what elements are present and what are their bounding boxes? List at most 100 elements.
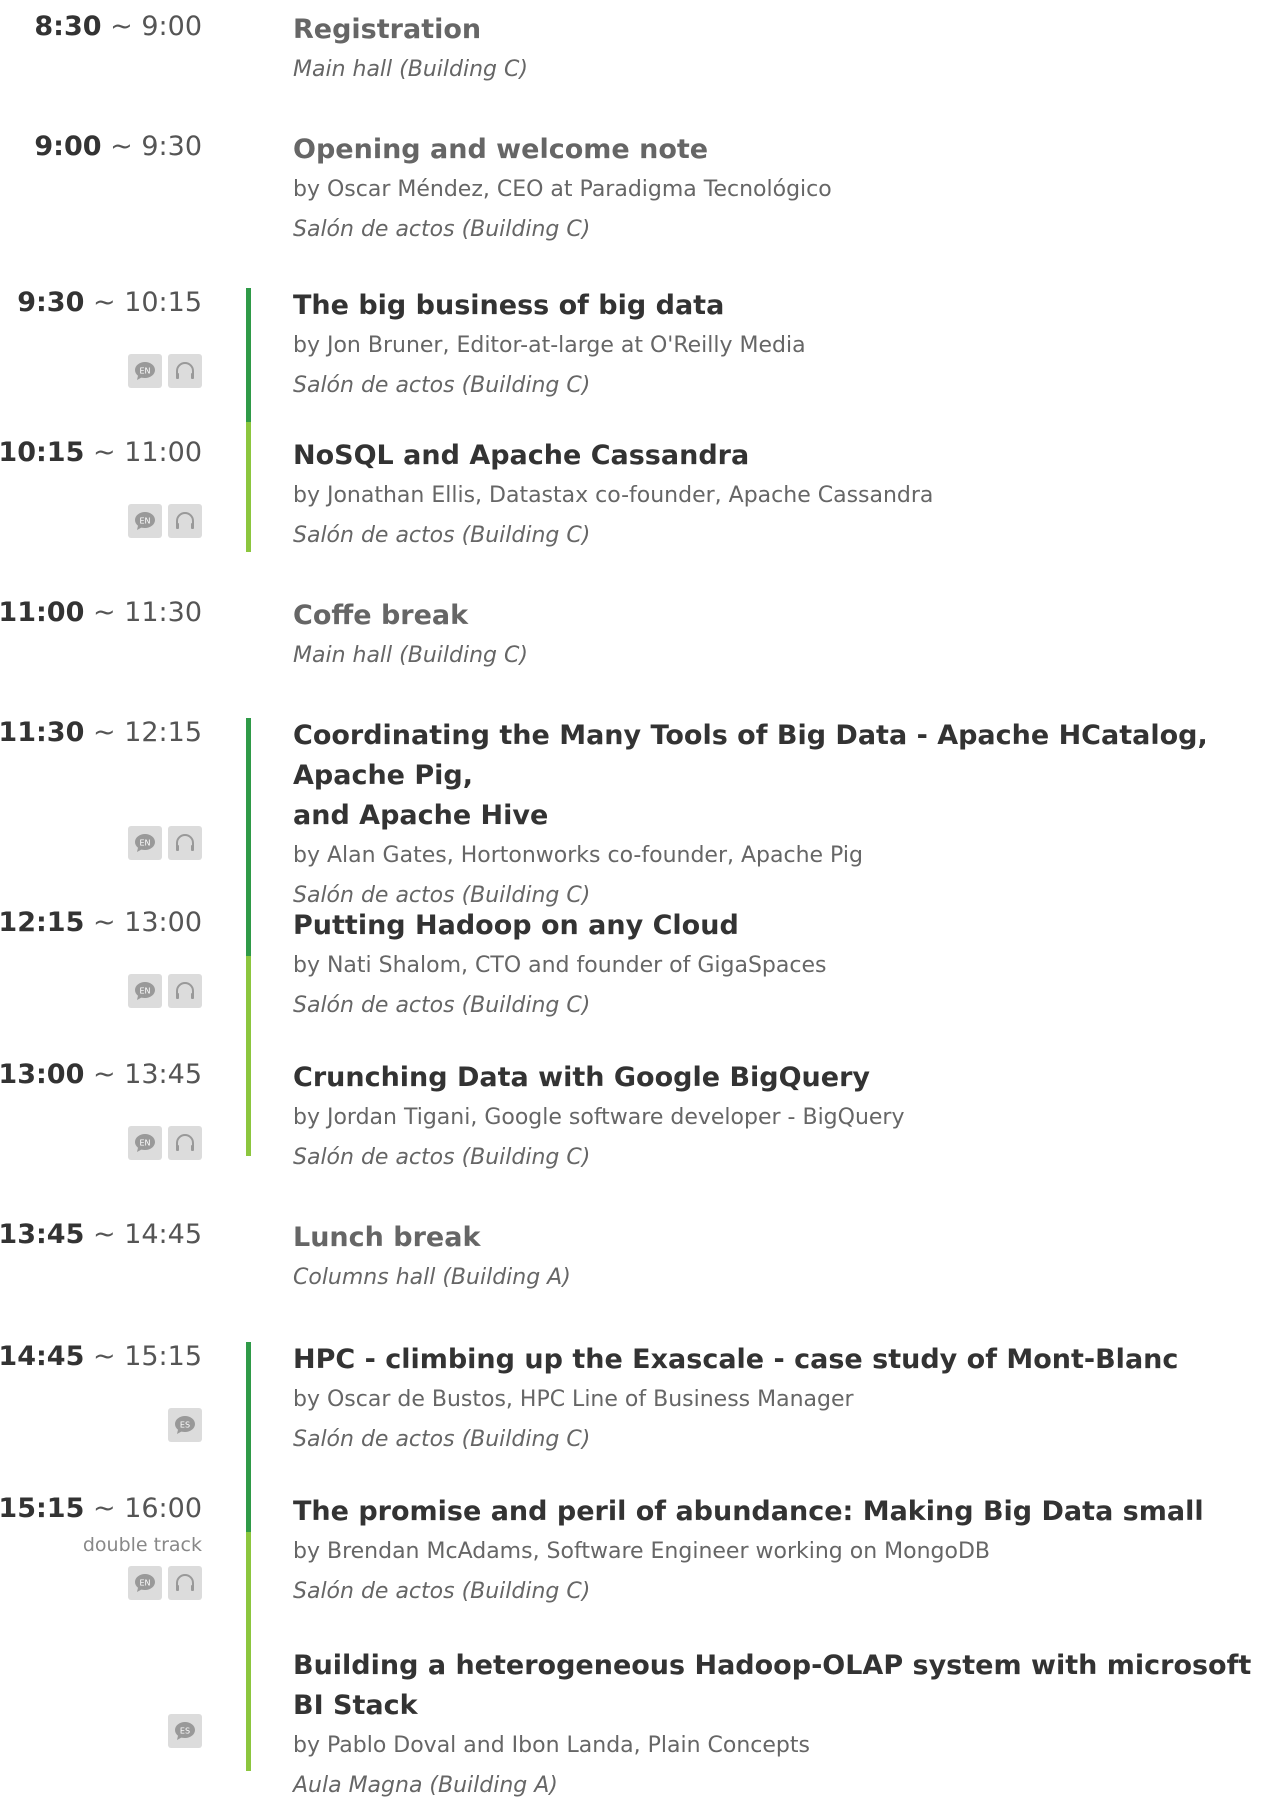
session-speaker: by Jordan Tigani, Google software develo… xyxy=(293,1105,905,1130)
headphones-icon xyxy=(176,834,194,851)
session-speaker: by Jonathan Ellis, Datastax co-founder, … xyxy=(293,483,934,508)
session-time: 8:30 ~ 9:00 xyxy=(34,11,202,42)
session-room: Salón de actos (Building C) xyxy=(293,993,591,1018)
translation-badge xyxy=(168,354,202,388)
agenda: 8:30 ~ 9:00 Registration Main hall (Buil… xyxy=(0,0,1274,1798)
headphones-icon xyxy=(176,1134,194,1151)
session-title[interactable]: Coordinating the Many Tools of Big Data … xyxy=(293,716,1268,836)
session-title[interactable]: HPC - climbing up the Exascale - case st… xyxy=(293,1340,1268,1380)
svg-text:EN: EN xyxy=(139,1579,150,1588)
session-lunch-break: 13:45 ~ 14:45 Lunch break Columns hall (… xyxy=(0,1218,1274,1298)
session-speaker: by Alan Gates, Hortonworks co-founder, A… xyxy=(293,843,863,868)
headphones-icon xyxy=(176,362,194,379)
translation-badge xyxy=(168,1566,202,1600)
svg-text:EN: EN xyxy=(139,1139,150,1148)
session-title[interactable]: Lunch break xyxy=(293,1218,1268,1258)
session-time: 14:45 ~ 15:15 xyxy=(0,1341,202,1372)
session-room: Salón de actos (Building C) xyxy=(293,1579,591,1604)
session-coordinating-tools: 11:30 ~ 12:15 EN Coordinating the Many T… xyxy=(0,716,1274,908)
timeline-bar-light xyxy=(246,422,251,552)
badge-group: EN xyxy=(128,1566,202,1600)
session-time: 9:00 ~ 9:30 xyxy=(34,131,202,162)
translation-badge xyxy=(168,826,202,860)
session-hadoop-olap: ES Building a heterogeneous Hadoop-OLAP … xyxy=(0,1646,1274,1798)
svg-text:ES: ES xyxy=(180,1727,190,1736)
session-coffee-break: 11:00 ~ 11:30 Coffe break Main hall (Bui… xyxy=(0,596,1274,676)
session-room: Salón de actos (Building C) xyxy=(293,1427,591,1452)
session-speaker: by Brendan McAdams, Software Engineer wo… xyxy=(293,1539,990,1564)
svg-text:EN: EN xyxy=(139,517,150,526)
speech-bubble-icon: EN xyxy=(135,834,155,852)
session-hadoop-cloud: 12:15 ~ 13:00 EN Putting Hadoop on any C… xyxy=(0,906,1274,1036)
headphones-icon xyxy=(176,512,194,529)
badge-group: EN xyxy=(128,504,202,538)
session-nosql: 10:15 ~ 11:00 EN NoSQL and Apache Cassan… xyxy=(0,436,1274,566)
session-title[interactable]: The big business of big data xyxy=(293,286,1268,326)
session-speaker: by Oscar de Bustos, HPC Line of Business… xyxy=(293,1387,854,1412)
headphones-icon xyxy=(176,982,194,999)
session-title[interactable]: Crunching Data with Google BigQuery xyxy=(293,1058,1268,1098)
svg-text:ES: ES xyxy=(180,1421,190,1430)
session-room: Salón de actos (Building C) xyxy=(293,523,591,548)
session-big-business: 9:30 ~ 10:15 EN The big business of big … xyxy=(0,286,1274,416)
session-room: Salón de actos (Building C) xyxy=(293,373,591,398)
session-time: 13:45 ~ 14:45 xyxy=(0,1219,202,1250)
speech-bubble-icon: EN xyxy=(135,512,155,530)
badge-group: EN xyxy=(128,826,202,860)
speech-bubble-icon: ES xyxy=(175,1416,195,1434)
speech-bubble-icon: ES xyxy=(175,1722,195,1740)
session-room: Columns hall (Building A) xyxy=(293,1265,571,1290)
session-room: Aula Magna (Building A) xyxy=(293,1773,558,1798)
session-time: 11:30 ~ 12:15 xyxy=(0,717,202,748)
timeline-bar-dark xyxy=(246,288,251,422)
session-room: Main hall (Building C) xyxy=(293,57,528,82)
session-time: 12:15 ~ 13:00 xyxy=(0,907,202,938)
session-title-line: and Apache Hive xyxy=(293,800,549,831)
double-track-note: double track xyxy=(82,1534,202,1556)
session-speaker: by Oscar Méndez, CEO at Paradigma Tecnol… xyxy=(293,177,832,202)
timeline-bar-light xyxy=(246,956,251,1156)
speech-bubble-icon: EN xyxy=(135,362,155,380)
lang-badge-en: EN xyxy=(128,1566,162,1600)
lang-badge-en: EN xyxy=(128,974,162,1008)
timeline-bar-light xyxy=(246,1532,251,1771)
session-speaker: by Jon Bruner, Editor-at-large at O'Reil… xyxy=(293,333,806,358)
session-time: 9:30 ~ 10:15 xyxy=(17,287,202,318)
speech-bubble-icon: EN xyxy=(135,1574,155,1592)
badge-group: EN xyxy=(128,974,202,1008)
session-title[interactable]: Opening and welcome note xyxy=(293,130,1268,170)
session-time: 15:15 ~ 16:00 xyxy=(0,1493,202,1524)
lang-badge-en: EN xyxy=(128,354,162,388)
lang-badge-es: ES xyxy=(168,1714,202,1748)
session-title[interactable]: NoSQL and Apache Cassandra xyxy=(293,436,1268,476)
lang-badge-es: ES xyxy=(168,1408,202,1442)
session-title[interactable]: Building a heterogeneous Hadoop-OLAP sys… xyxy=(293,1646,1268,1726)
session-title[interactable]: Putting Hadoop on any Cloud xyxy=(293,906,1268,946)
session-room: Salón de actos (Building C) xyxy=(293,1145,591,1170)
session-time: 13:00 ~ 13:45 xyxy=(0,1059,202,1090)
session-bigquery: 13:00 ~ 13:45 EN Crunching Data with Goo… xyxy=(0,1058,1274,1188)
session-promise-peril: 15:15 ~ 16:00 double track EN The promis… xyxy=(0,1492,1274,1622)
timeline-bar-dark xyxy=(246,718,251,956)
session-opening: 9:00 ~ 9:30 Opening and welcome note by … xyxy=(0,130,1274,250)
session-room: Salón de actos (Building C) xyxy=(293,217,591,242)
badge-group: ES xyxy=(168,1714,202,1748)
badge-group: EN xyxy=(128,1126,202,1160)
session-time: 10:15 ~ 11:00 xyxy=(0,437,202,468)
badge-group: EN xyxy=(128,354,202,388)
session-title[interactable]: Registration xyxy=(293,10,1268,50)
badge-group: ES xyxy=(168,1408,202,1442)
svg-text:EN: EN xyxy=(139,367,150,376)
headphones-icon xyxy=(176,1574,194,1591)
session-registration: 8:30 ~ 9:00 Registration Main hall (Buil… xyxy=(0,10,1274,90)
translation-badge xyxy=(168,504,202,538)
session-title[interactable]: Coffe break xyxy=(293,596,1268,636)
session-hpc-exascale: 14:45 ~ 15:15 ES HPC - climbing up the E… xyxy=(0,1340,1274,1470)
lang-badge-en: EN xyxy=(128,1126,162,1160)
lang-badge-en: EN xyxy=(128,826,162,860)
session-title[interactable]: The promise and peril of abundance: Maki… xyxy=(293,1492,1268,1532)
session-speaker: by Nati Shalom, CTO and founder of GigaS… xyxy=(293,953,827,978)
translation-badge xyxy=(168,1126,202,1160)
session-speaker: by Pablo Doval and Ibon Landa, Plain Con… xyxy=(293,1733,810,1758)
svg-text:EN: EN xyxy=(139,987,150,996)
